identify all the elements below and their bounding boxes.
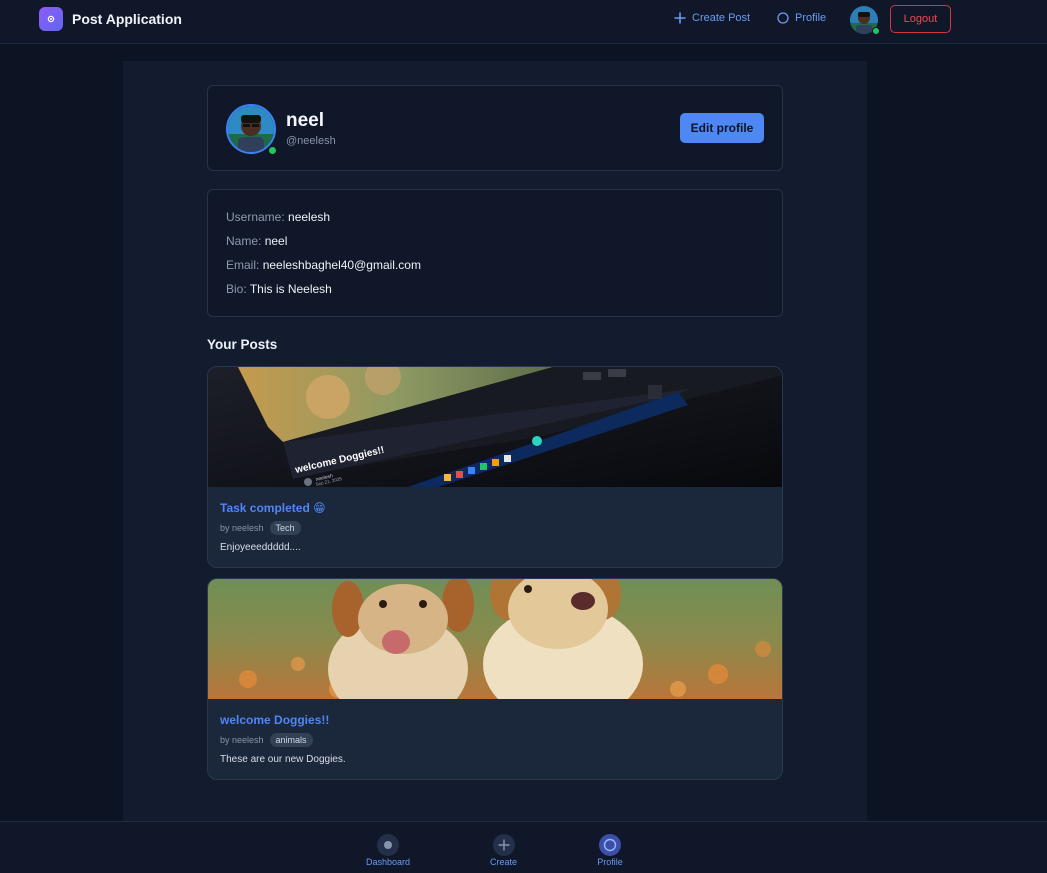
info-row-username: Username: neelesh [226, 210, 330, 224]
info-row-name: Name: neel [226, 234, 287, 248]
app-logo-icon [39, 7, 63, 31]
info-row-bio: Bio: This is Neelesh [226, 282, 332, 296]
post-meta: by neelesh Tech [220, 521, 301, 535]
circle-icon [599, 834, 621, 856]
post-author: by neelesh [220, 735, 264, 745]
profile-link-label: Profile [795, 12, 827, 24]
info-label: Username: [226, 210, 285, 224]
info-value: This is Neelesh [249, 282, 332, 296]
bottom-nav-dashboard[interactable]: Dashboard [365, 834, 411, 867]
info-label: Email: [226, 258, 260, 272]
info-row-email: Email: neeleshbaghel40@gmail.com [226, 258, 421, 272]
info-label: Bio: [226, 282, 247, 296]
plus-icon [492, 834, 515, 856]
dog-right [483, 579, 643, 699]
info-value: neel [264, 234, 288, 248]
create-post-link[interactable]: Create Post [674, 12, 750, 24]
dot-icon [377, 834, 399, 856]
post-body: Enjoyeeeddddd.... [220, 542, 301, 553]
logout-button[interactable]: Logout [890, 5, 951, 33]
post-image: welcome Doggies!! neelesh Sep 21, 2025 [208, 367, 782, 487]
bottom-nav-label: Dashboard [365, 857, 411, 867]
info-value: neelesh [288, 210, 331, 224]
bottom-nav-label: Create [489, 857, 517, 867]
bottom-nav-profile[interactable]: Profile [595, 834, 625, 867]
profile-card: neel @neelesh Edit profile [207, 85, 783, 171]
info-value: neeleshbaghel40@gmail.com [262, 258, 421, 272]
post-title[interactable]: welcome Doggies!! [220, 713, 329, 727]
info-label: Name: [226, 234, 262, 248]
dog-left [328, 579, 474, 699]
post-tag[interactable]: Tech [269, 521, 301, 535]
post-card[interactable]: welcome Doggies!! by neelesh animals The… [207, 578, 783, 780]
post-tag[interactable]: animals [269, 733, 313, 747]
app-title: Post Application [72, 11, 182, 27]
top-navbar: Post Application Create Post Profile Log… [0, 0, 1047, 44]
profile-info-card: Username: neelesh Name: neel Email: neel… [207, 189, 783, 317]
bottom-navbar: Dashboard Create Profile [0, 821, 1047, 873]
your-posts-heading: Your Posts [207, 337, 278, 352]
post-title[interactable]: Task completed 😁 [220, 501, 326, 515]
profile-handle: @neelesh [286, 135, 336, 147]
online-status-indicator [872, 27, 880, 35]
profile-circle-icon [777, 12, 789, 24]
brand[interactable]: Post Application [39, 7, 182, 31]
profile-online-indicator [268, 146, 277, 155]
plus-icon [674, 12, 686, 24]
bottom-nav-create[interactable]: Create [488, 834, 519, 867]
post-image [208, 579, 782, 699]
bottom-nav-label: Profile [597, 857, 623, 867]
profile-link[interactable]: Profile [777, 12, 826, 24]
post-author: by neelesh [220, 523, 264, 533]
create-post-label: Create Post [692, 12, 751, 24]
post-body: These are our new Doggies. [220, 754, 346, 765]
post-meta: by neelesh animals [220, 733, 313, 747]
post-card[interactable]: welcome Doggies!! neelesh Sep 21, 2025 T… [207, 366, 783, 568]
edit-profile-button[interactable]: Edit profile [680, 113, 764, 143]
profile-name: neel [286, 110, 325, 131]
